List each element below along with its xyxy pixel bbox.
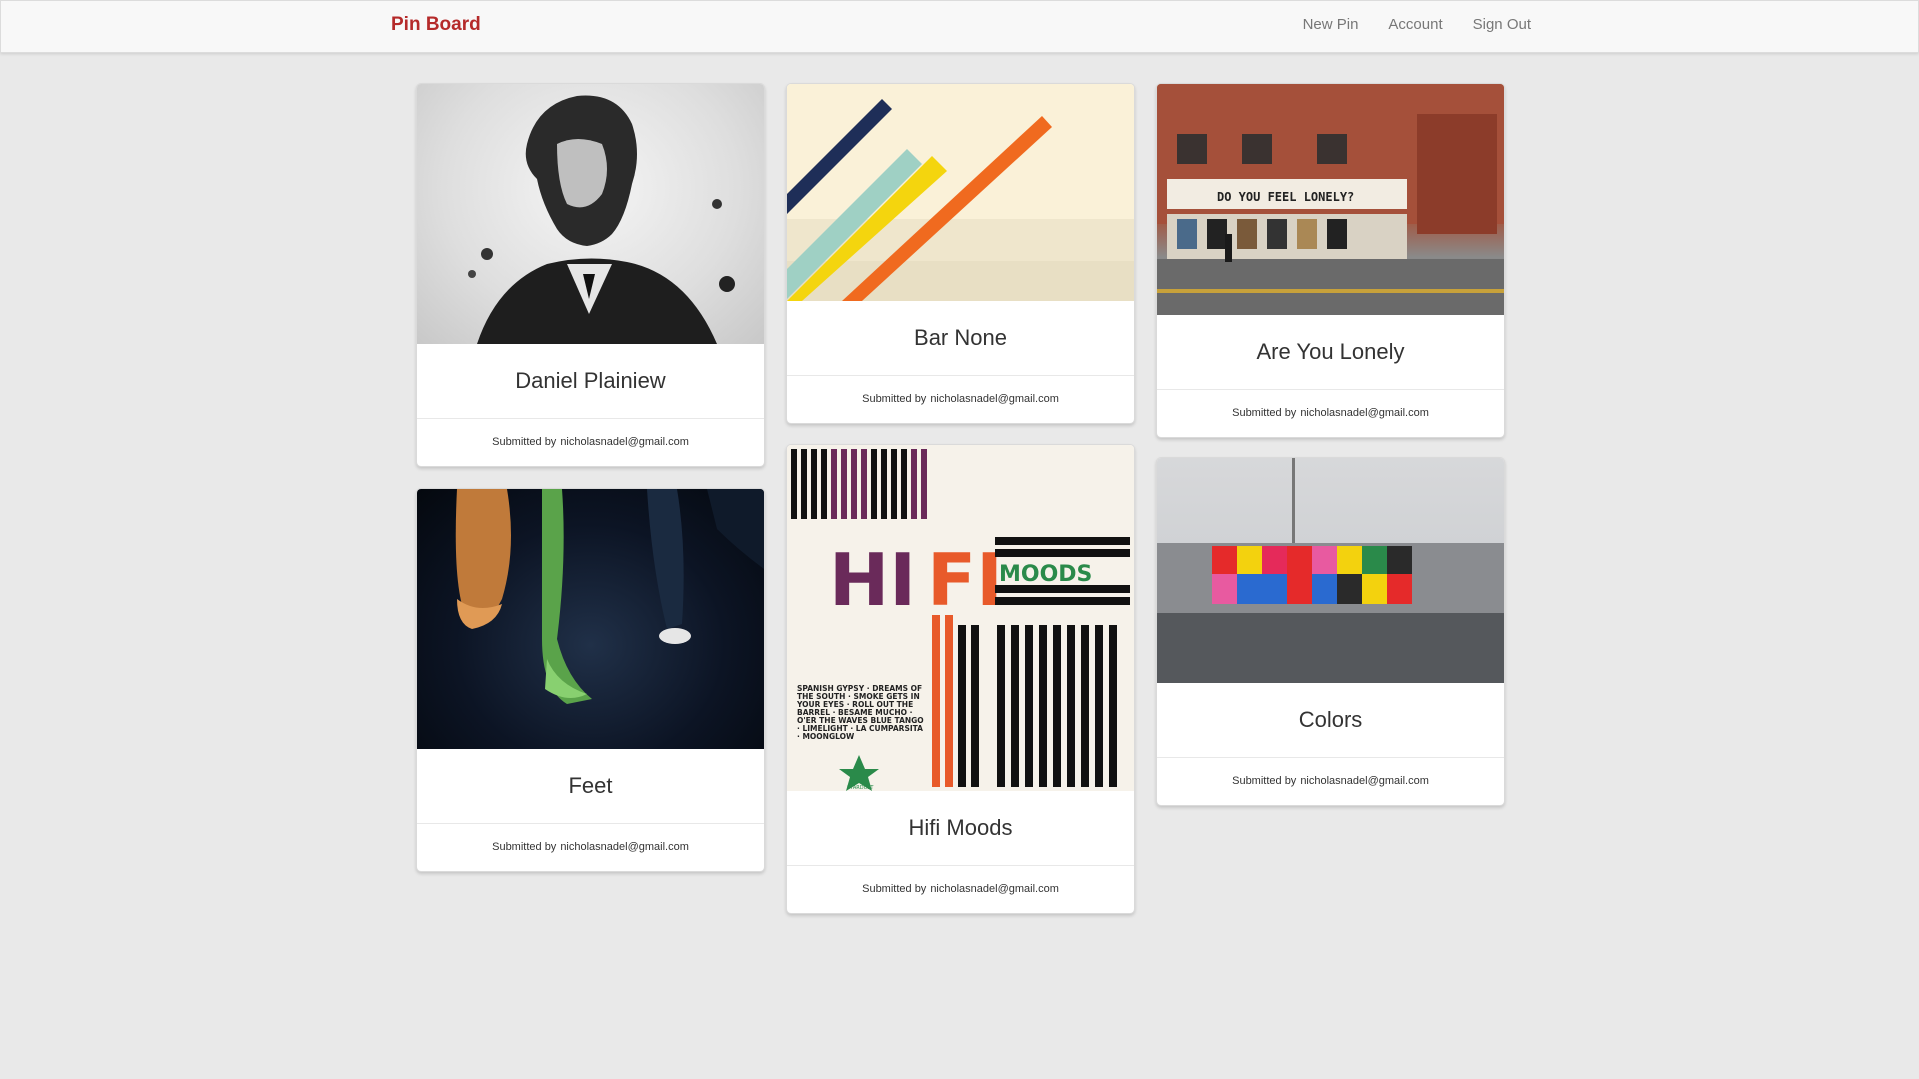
submitter-email[interactable]: nicholasnadel@gmail.com [560, 841, 689, 853]
nav-links: New Pin Account Sign Out [1303, 16, 1531, 33]
pin-title[interactable]: Feet [417, 749, 764, 824]
pin-card[interactable]: Bar None Submitted by nicholasnadel@gmail… [786, 83, 1135, 424]
portrait-illustration [468, 95, 735, 344]
hifi-word-1: HI [829, 538, 916, 622]
submitter-email[interactable]: nicholasnadel@gmail.com [560, 436, 689, 448]
pin-card[interactable]: HI FI MOODS SPANISH GYPSY · DREAMS OF TH… [786, 444, 1135, 914]
pin-title[interactable]: Bar None [787, 301, 1134, 376]
hifi-album-cover: HI FI MOODS SPANISH GYPSY · DREAMS OF TH… [791, 449, 1130, 791]
submitted-label: Submitted by [492, 436, 557, 448]
pin-card[interactable]: DO YOU FEEL LONELY? Are You Lonely Submi… [1156, 83, 1505, 438]
pin-image[interactable]: HI FI MOODS SPANISH GYPSY · DREAMS OF TH… [787, 445, 1134, 791]
account-link[interactable]: Account [1388, 16, 1442, 33]
submitted-label: Submitted by [1232, 775, 1297, 787]
colors-photo [1157, 458, 1504, 683]
pin-title[interactable]: Hifi Moods [787, 791, 1134, 866]
new-pin-link[interactable]: New Pin [1303, 16, 1359, 33]
pin-image[interactable] [417, 489, 764, 749]
submitted-label: Submitted by [862, 393, 927, 405]
hifi-word-3: MOODS [999, 562, 1092, 587]
building-photo: DO YOU FEEL LONELY? [1157, 84, 1504, 315]
pin-footer: Submitted by nicholasnadel@gmail.com [787, 376, 1134, 423]
pin-footer: Submitted by nicholasnadel@gmail.com [1157, 758, 1504, 805]
submitter-email[interactable]: nicholasnadel@gmail.com [930, 393, 1059, 405]
pin-title[interactable]: Are You Lonely [1157, 315, 1504, 390]
brand-link[interactable]: Pin Board [391, 14, 481, 36]
submitter-email[interactable]: nicholasnadel@gmail.com [1300, 407, 1429, 419]
submitted-label: Submitted by [1232, 407, 1297, 419]
pin-card[interactable]: Colors Submitted by nicholasnadel@gmail.c… [1156, 457, 1505, 806]
pin-footer: Submitted by nicholasnadel@gmail.com [1157, 390, 1504, 437]
pin-image[interactable] [417, 84, 764, 344]
hifi-track-list: SPANISH GYPSY · DREAMS OF THE SOUTH · SM… [797, 685, 924, 741]
pin-card[interactable]: Daniel Plainiew Submitted by nicholasnade… [416, 83, 765, 467]
submitted-label: Submitted by [492, 841, 557, 853]
pin-title[interactable]: Colors [1157, 683, 1504, 758]
hifi-word-2: FI [927, 538, 1003, 622]
pin-footer: Submitted by nicholasnadel@gmail.com [417, 824, 764, 871]
pin-image[interactable] [1157, 458, 1504, 683]
building-sign-text: DO YOU FEEL LONELY? [1217, 190, 1354, 204]
top-navbar: Pin Board New Pin Account Sign Out [0, 0, 1919, 53]
pin-image[interactable] [787, 84, 1134, 301]
pin-title[interactable]: Daniel Plainiew [417, 344, 764, 419]
pin-card[interactable]: Feet Submitted by nicholasnadel@gmail.com [416, 488, 765, 872]
pin-image[interactable]: DO YOU FEEL LONELY? [1157, 84, 1504, 315]
hifi-label-text: STARDUST [847, 785, 874, 791]
bars-illustration [787, 99, 1134, 301]
pin-footer: Submitted by nicholasnadel@gmail.com [787, 866, 1134, 913]
feet-photo [455, 489, 764, 704]
submitted-label: Submitted by [862, 883, 927, 895]
sign-out-link[interactable]: Sign Out [1473, 16, 1531, 33]
submitter-email[interactable]: nicholasnadel@gmail.com [1300, 775, 1429, 787]
submitter-email[interactable]: nicholasnadel@gmail.com [930, 883, 1059, 895]
pin-footer: Submitted by nicholasnadel@gmail.com [417, 419, 764, 466]
